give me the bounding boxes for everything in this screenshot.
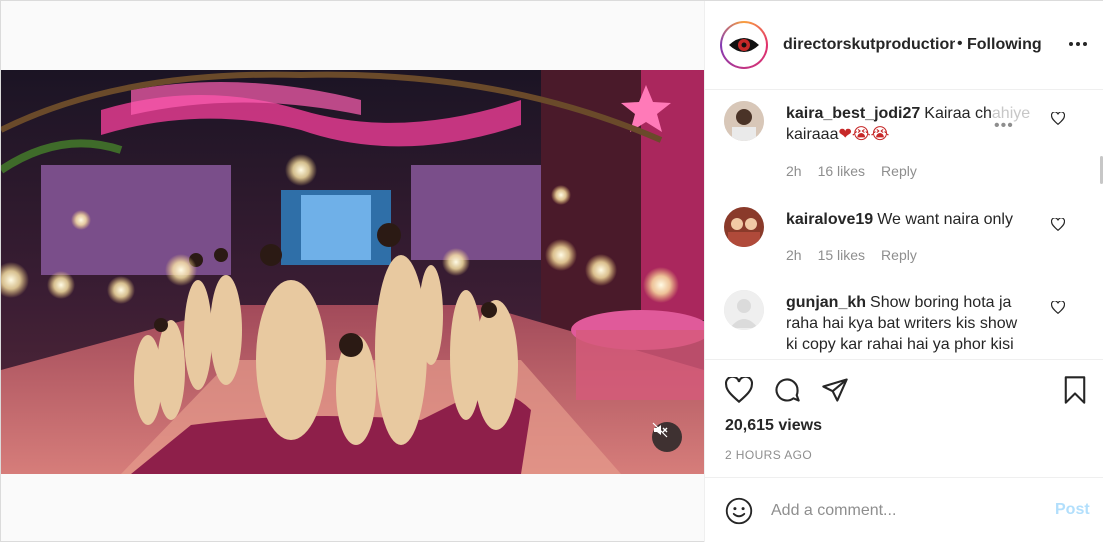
following-button[interactable]: Following (967, 36, 1042, 54)
heart-icon (725, 377, 753, 403)
eye-logo-icon (729, 38, 759, 52)
comments-list[interactable]: kaira_best_jodi27 Kairaa chahiye kairaaa❤… (705, 90, 1103, 360)
avatar-photo (724, 207, 764, 247)
comment-username[interactable]: kairalove19 (786, 211, 873, 228)
reply-button[interactable]: Reply (881, 247, 917, 263)
comment-icon (775, 378, 800, 402)
comment-time: 2h (786, 163, 802, 179)
save-button[interactable] (1059, 374, 1091, 406)
comment-text-line2: kairaaa (786, 126, 839, 143)
heart-icon (1050, 111, 1066, 126)
more-horizontal-icon (1069, 42, 1087, 46)
bookmark-icon (1064, 376, 1086, 404)
view-count[interactable]: 20,615 views (725, 417, 822, 435)
more-options-button[interactable] (1065, 31, 1091, 57)
paper-plane-icon (822, 378, 848, 402)
commenter-avatar[interactable] (724, 290, 764, 330)
author-avatar[interactable] (720, 21, 768, 69)
post-actions (705, 361, 1103, 421)
post-timestamp[interactable]: 2 HOURS AGO (725, 448, 812, 462)
muted-speaker-icon (652, 422, 668, 438)
instagram-post-modal: directorskutproductions • Following kair… (0, 0, 1103, 542)
heart-icon (1050, 217, 1066, 232)
default-avatar-icon (724, 290, 764, 330)
comment-like-button[interactable] (1050, 111, 1067, 128)
comment-input[interactable] (771, 498, 1041, 524)
post-header: directorskutproductions • Following (705, 1, 1103, 90)
like-button[interactable] (723, 374, 755, 406)
author-username[interactable]: directorskutproductions (783, 36, 955, 54)
comment-text: Kairaa ch (924, 105, 992, 122)
post-comment-button[interactable]: Post (1055, 501, 1090, 519)
comment-like-button[interactable] (1050, 217, 1067, 234)
post-side-panel: directorskutproductions • Following kair… (704, 1, 1103, 542)
heart-icon (1050, 300, 1066, 315)
header-separator: • (957, 35, 963, 52)
emoji-button[interactable] (723, 495, 755, 527)
smiley-icon (725, 497, 753, 525)
post-video[interactable] (1, 70, 704, 474)
comment-likes[interactable]: 15 likes (818, 247, 865, 263)
comment-options-icon[interactable]: ••• (994, 117, 1014, 135)
commenter-avatar[interactable] (724, 207, 764, 247)
comment-username[interactable]: kaira_best_jodi27 (786, 105, 920, 122)
commenter-avatar[interactable] (724, 101, 764, 141)
share-button[interactable] (819, 374, 851, 406)
video-frame (1, 70, 704, 474)
mute-button[interactable] (652, 422, 682, 452)
comment-emojis: ❤😭😭 (838, 126, 890, 143)
reply-button[interactable]: Reply (881, 163, 917, 179)
comment-text: We want naira only (877, 211, 1013, 228)
comment-likes[interactable]: 16 likes (818, 163, 865, 179)
comment-time: 2h (786, 247, 802, 263)
avatar-photo (724, 101, 764, 141)
comment-button[interactable] (771, 374, 803, 406)
comment-username[interactable]: gunjan_kh (786, 294, 866, 311)
comment-like-button[interactable] (1050, 300, 1067, 317)
add-comment-section: Post (705, 477, 1103, 542)
